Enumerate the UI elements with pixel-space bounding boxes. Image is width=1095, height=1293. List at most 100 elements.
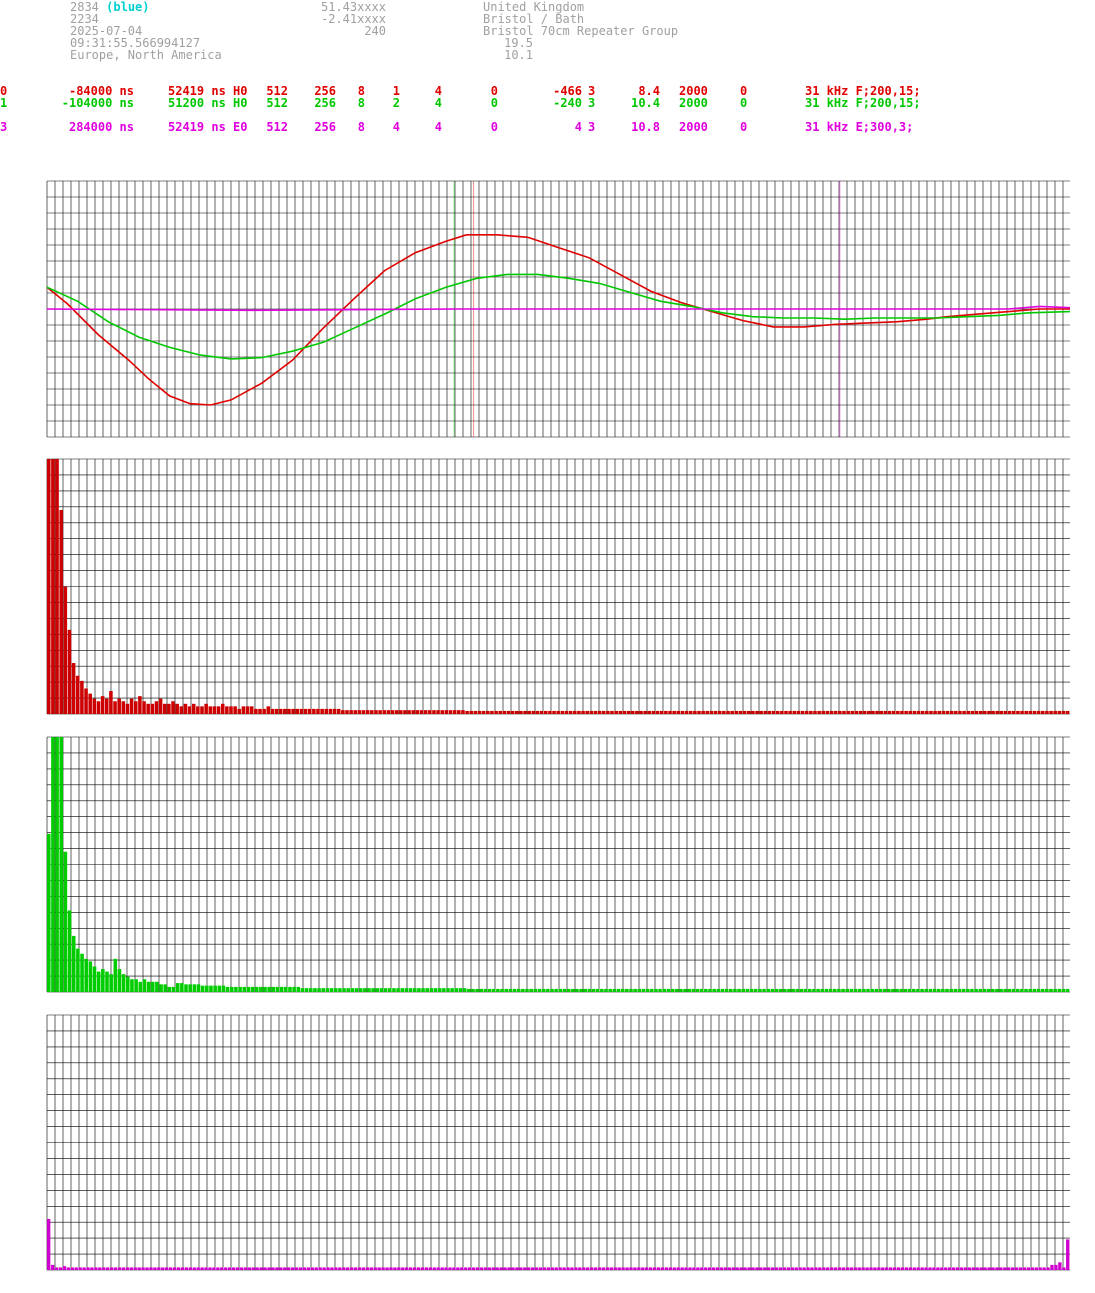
bar-3-161 [680,1267,684,1270]
bar-2-16 [113,958,118,992]
bar-3-75 [342,1267,346,1270]
bar-2-75 [358,988,363,992]
bar-3-99 [436,1267,440,1270]
bar-1-129 [581,710,585,714]
bar-2-236 [1028,988,1032,992]
bar-1-82 [386,710,391,714]
bar-2-189 [832,988,837,992]
bar-1-223 [970,710,975,714]
bar-2-13 [101,969,105,992]
bar-3-166 [700,1267,704,1270]
bar-1-69 [332,708,337,714]
bar-2-174 [770,988,775,992]
bar-2-181 [799,988,804,992]
bar-1-39 [208,706,213,714]
bar-2-44 [229,986,234,992]
bar-1-92 [428,710,432,714]
bar-1-49 [249,706,254,714]
bar-2-230 [1003,988,1008,992]
bar-1-201 [879,710,884,714]
bar-3-176 [739,1267,743,1270]
bar-2-34 [188,984,192,992]
bar-3-87 [389,1267,393,1270]
bar-1-33 [183,703,188,714]
bar-1-156 [693,710,697,714]
bar-1-61 [299,708,304,714]
bar-3-135 [578,1267,582,1270]
bar-1-193 [846,710,850,714]
bar-1-29 [167,703,171,714]
bar-3-156 [660,1267,665,1270]
bar-2-18 [121,974,126,992]
bar-1-43 [225,706,229,714]
bar-1-37 [200,706,204,714]
bar-2-61 [300,988,305,992]
bar-1-160 [709,710,714,714]
bar-3-145 [617,1267,621,1270]
bar-2-235 [1024,988,1028,992]
bar-2-144 [645,988,650,992]
bar-1-229 [995,710,999,714]
bar-2-211 [924,988,929,992]
bar-3-48 [235,1267,240,1270]
bar-2-239 [1040,988,1045,992]
bar-2-210 [920,988,924,992]
bar-2-57 [284,986,288,992]
bar-3-228 [944,1267,948,1270]
bar-3-21 [129,1267,133,1270]
bar-2-19 [126,976,130,992]
bar-1-169 [746,710,751,714]
bar-3-63 [294,1267,299,1270]
bar-2-221 [966,988,970,992]
bar-3-217 [900,1267,905,1270]
bar-1-185 [813,710,817,714]
bar-3-259 [1066,1239,1070,1270]
bar-3-144 [613,1267,617,1270]
bar-3-39 [200,1267,204,1270]
bar-3-222 [920,1267,924,1270]
bar-3-91 [405,1267,409,1270]
bar-1-104 [477,710,482,714]
bar-3-69 [318,1267,322,1270]
bar-3-205 [853,1267,857,1270]
bar-3-149 [633,1267,637,1270]
bar-2-141 [633,988,637,992]
bar-2-212 [928,988,933,992]
bar-3-220 [912,1267,916,1270]
bar-3-45 [224,1267,228,1270]
bar-2-119 [541,988,546,992]
bar-2-67 [325,988,330,992]
bar-3-132 [566,1267,570,1270]
bar-1-76 [361,710,366,714]
bar-3-117 [507,1267,511,1270]
bar-2-108 [496,988,500,992]
bar-1-102 [469,710,473,714]
bar-1-1 [51,459,55,714]
bar-2-103 [475,988,479,992]
bar-2-126 [570,988,575,992]
bar-2-234 [1020,988,1024,992]
bar-3-88 [393,1267,397,1270]
bar-2-167 [741,988,746,992]
bar-3-36 [188,1267,192,1270]
bar-2-77 [367,988,371,992]
bar-1-174 [767,710,772,714]
bar-2-186 [820,988,825,992]
bar-2-95 [442,988,446,992]
bar-3-142 [605,1267,610,1270]
bar-2-113 [516,988,521,992]
bar-1-70 [336,708,341,714]
bar-2-38 [205,985,209,993]
bar-1-3 [59,510,63,714]
bar-3-51 [247,1267,251,1270]
bar-1-226 [983,710,987,714]
bar-3-20 [125,1267,130,1270]
bar-1-212 [925,710,929,714]
bar-2-218 [953,988,958,992]
bar-3-53 [255,1267,259,1270]
bar-2-170 [753,988,758,992]
bar-3-170 [715,1267,720,1270]
bar-3-5 [66,1267,70,1270]
bar-2-243 [1057,988,1062,992]
bar-2-120 [546,988,550,992]
